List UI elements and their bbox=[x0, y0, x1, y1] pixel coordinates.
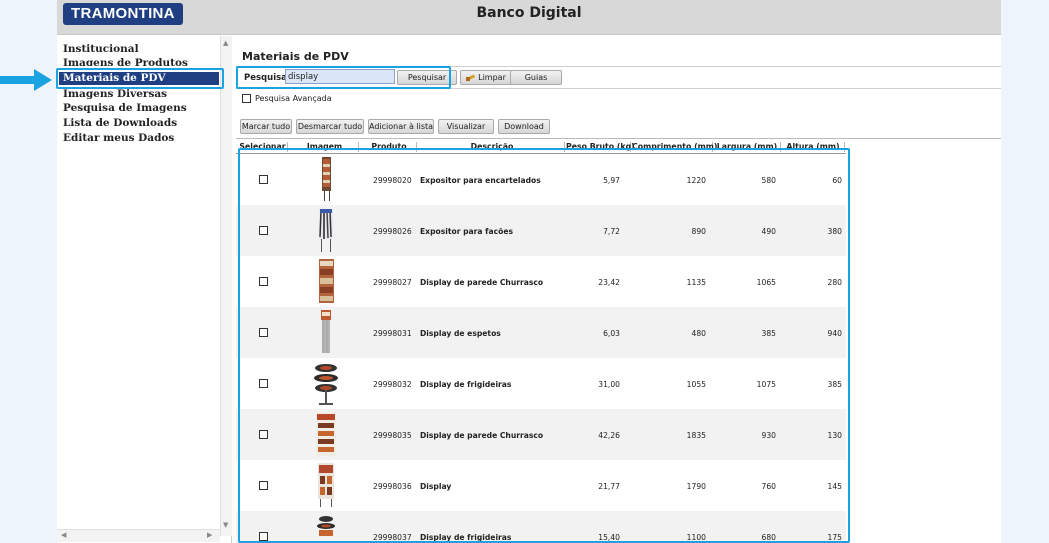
highlight-box-results bbox=[238, 148, 850, 543]
clear-button[interactable]: Limpar bbox=[460, 70, 512, 85]
app-title: Banco Digital bbox=[476, 5, 582, 21]
advanced-search[interactable]: Pesquisa Avançada bbox=[242, 94, 332, 103]
sidebar: Institucional Imagens de Produtos Materi… bbox=[57, 36, 232, 543]
sidebar-item-imagens-diversas[interactable]: Imagens Diversas bbox=[63, 88, 167, 100]
download-button[interactable]: Download bbox=[498, 119, 550, 134]
scroll-down-icon[interactable]: ▼ bbox=[223, 521, 228, 529]
guides-button[interactable]: Guias bbox=[510, 70, 562, 85]
highlight-box-sidebar bbox=[56, 68, 224, 89]
sidebar-item-editar-dados[interactable]: Editar meus Dados bbox=[63, 132, 174, 144]
broom-icon bbox=[466, 74, 476, 82]
sidebar-item-pesquisa-imagens[interactable]: Pesquisa de Imagens bbox=[63, 102, 187, 114]
advanced-search-checkbox[interactable] bbox=[242, 94, 251, 103]
highlight-box-search bbox=[236, 66, 451, 89]
sidebar-item-institucional[interactable]: Institucional bbox=[63, 43, 139, 55]
deselect-all-button[interactable]: Desmarcar tudo bbox=[296, 119, 364, 134]
top-bar: TRAMONTINA Banco Digital bbox=[57, 0, 1001, 35]
clear-button-label: Limpar bbox=[478, 73, 506, 82]
annotation-arrow-icon bbox=[0, 69, 52, 91]
scroll-up-icon[interactable]: ▲ bbox=[223, 39, 228, 47]
preview-button[interactable]: Visualizar bbox=[438, 119, 494, 134]
sidebar-item-imagens-produtos[interactable]: Imagens de Produtos bbox=[63, 57, 188, 66]
sidebar-item-lista-downloads[interactable]: Lista de Downloads bbox=[63, 117, 177, 129]
select-all-button[interactable]: Marcar tudo bbox=[240, 119, 292, 134]
scroll-left-icon[interactable]: ◀ bbox=[61, 531, 66, 539]
sidebar-horizontal-scrollbar[interactable]: ◀ ▶ bbox=[57, 529, 220, 542]
advanced-search-label: Pesquisa Avançada bbox=[255, 94, 332, 103]
add-to-list-button[interactable]: Adicionar à lista bbox=[368, 119, 434, 134]
sidebar-vertical-scrollbar[interactable]: ▲ ▼ bbox=[220, 36, 232, 536]
divider bbox=[236, 138, 1001, 139]
scroll-right-icon[interactable]: ▶ bbox=[207, 531, 212, 539]
page-title: Materiais de PDV bbox=[242, 50, 349, 63]
